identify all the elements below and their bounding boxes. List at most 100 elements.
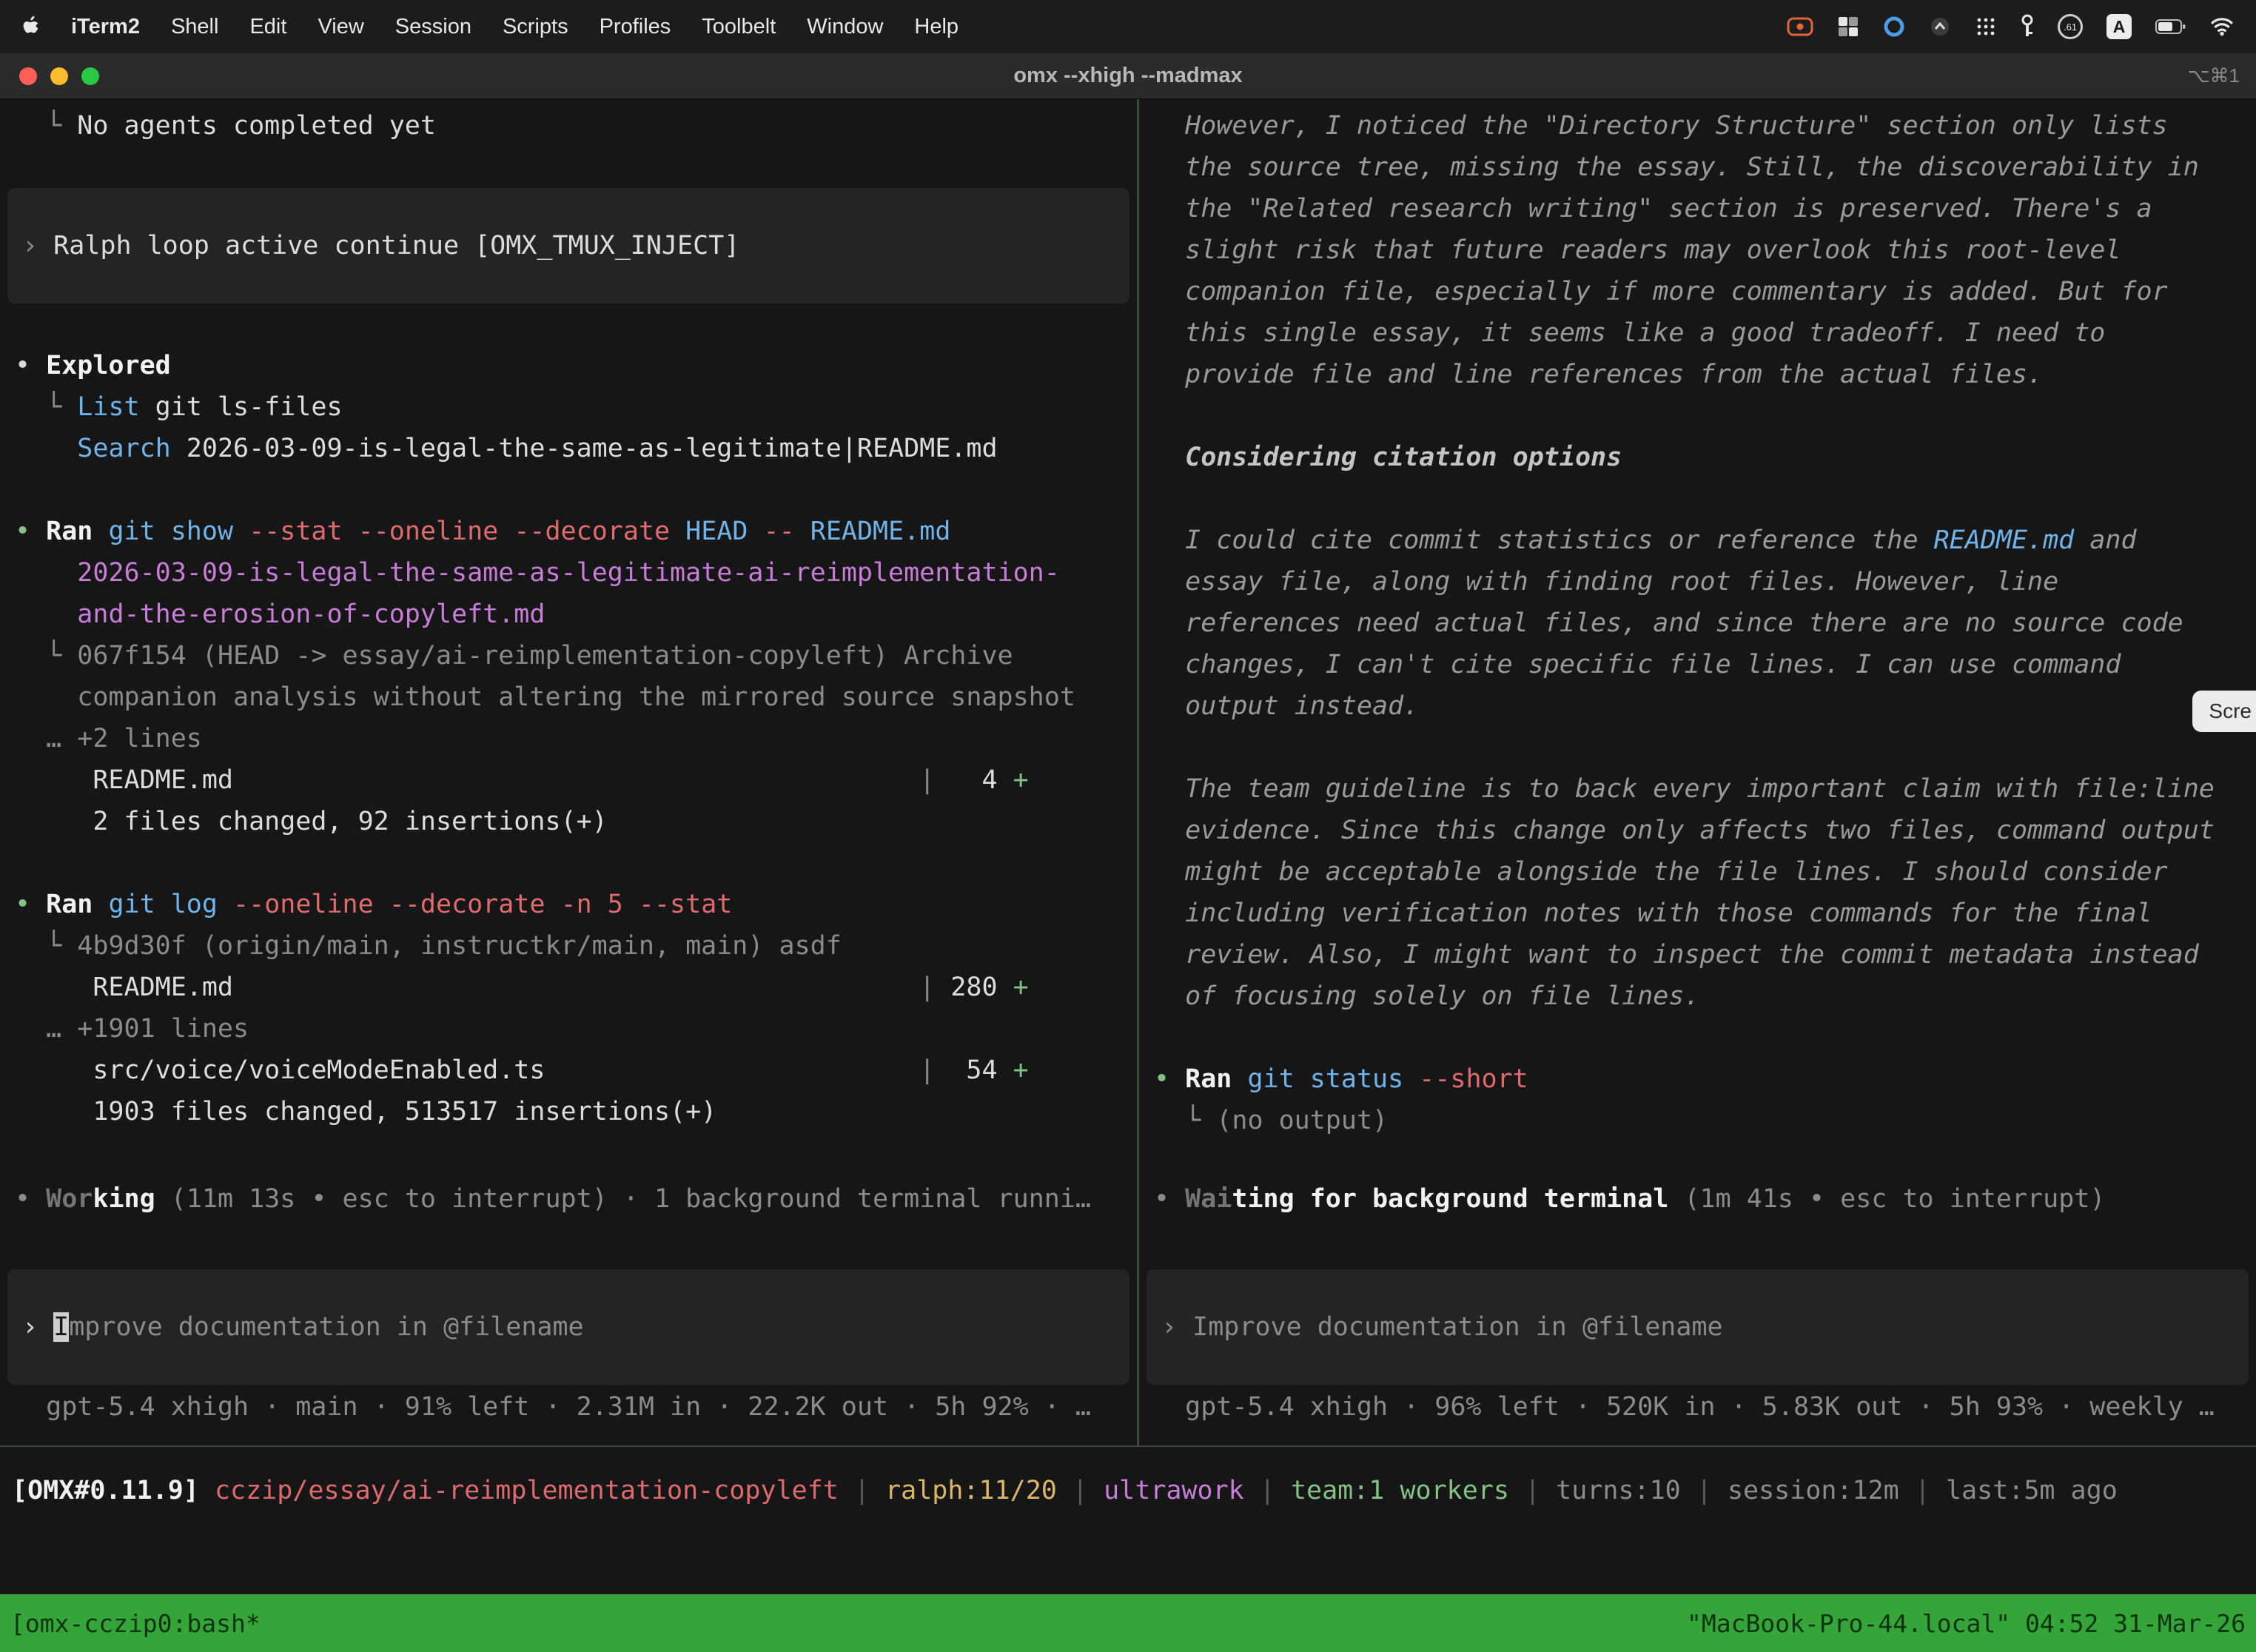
terminal-line: 2026-03-09-is-legal-the-same-as-legitima… [0, 552, 1137, 594]
terminal-line: • Explored [0, 345, 1137, 386]
menu-iterm2[interactable]: iTerm2 [71, 15, 140, 39]
prompt-input-box-right[interactable]: › Improve documentation in @filename [1147, 1269, 2249, 1385]
menu-toolbelt[interactable]: Toolbelt [702, 15, 776, 38]
terminal-line: … +2 lines [0, 718, 1137, 759]
blank-line [0, 842, 1137, 884]
screen-recording-icon[interactable] [1787, 17, 1813, 36]
menu-window[interactable]: Window [807, 15, 883, 38]
queued-message-box: › Ralph loop active continue [OMX_TMUX_I… [7, 188, 1129, 303]
tmux-host-time: "MacBook-Pro-44.local" 04:52 31-Mar-26 [1687, 1609, 2246, 1638]
macos-screen: iTerm2 Shell Edit View Session Scripts Profil… [0, 0, 2256, 1652]
window-tiles-icon[interactable] [1837, 16, 1859, 38]
close-button[interactable] [19, 67, 37, 85]
terminal-line: essay file, along with finding root file… [1139, 561, 2256, 602]
terminal-scrollback-left[interactable]: └ No agents completed yet › Ralph loop a… [0, 105, 1137, 1178]
blank-line [1139, 478, 2256, 520]
prompt-input-right[interactable]: › Improve documentation in @filename [1147, 1306, 2249, 1348]
terminal-scrollback-right[interactable]: However, I noticed the "Directory Struct… [1139, 105, 2256, 1178]
minimize-button[interactable] [50, 67, 68, 85]
menu-items: Shell Edit View Session Scripts Profiles Toolb… [171, 15, 990, 39]
blank-line [0, 303, 1137, 345]
model-usage-status-right: gpt-5.4 xhigh · 96% left · 520K in · 5.8… [1139, 1386, 2256, 1428]
terminal-line: └ (no output) [1139, 1100, 2256, 1141]
terminal-line: However, I noticed the "Directory Struct… [1139, 105, 2256, 147]
menu-bar: iTerm2 Shell Edit View Session Scripts Profil… [0, 0, 2256, 53]
terminal-split: └ No agents completed yet › Ralph loop a… [0, 99, 2256, 1446]
terminal-line: Search 2026-03-09-is-legal-the-same-as-l… [0, 428, 1137, 469]
terminal-line: changes, I can't cite specific file line… [1139, 644, 2256, 685]
agent-activity-status-left: • Working (11m 13s • esc to interrupt) ·… [0, 1178, 1137, 1220]
blank-line [1139, 395, 2256, 437]
menu-session[interactable]: Session [395, 15, 471, 38]
blank-line [1139, 727, 2256, 768]
screen-share-pill[interactable]: Scre [2192, 691, 2256, 732]
terminal-line: evidence. Since this change only affects… [1139, 810, 2256, 851]
agent-activity-status-right: • Waiting for background terminal (1m 41… [1139, 1178, 2256, 1220]
omx-status-bar: [OMX#0.11.9] cczip/essay/ai-reimplementa… [0, 1446, 2256, 1594]
terminal-line: 2 files changed, 92 insertions(+) [0, 801, 1137, 842]
model-usage-status-left: gpt-5.4 xhigh · main · 91% left · 2.31M … [0, 1386, 1137, 1428]
terminal-line: review. Also, I might want to inspect th… [1139, 934, 2256, 976]
tmux-status-bar: [omx-cczip0:bash* "MacBook-Pro-44.local"… [0, 1594, 2256, 1652]
terminal-line: • Ran git log --oneline --decorate -n 5 … [0, 884, 1137, 925]
key-icon[interactable] [2021, 14, 2034, 39]
terminal-line: └ No agents completed yet [0, 105, 1137, 147]
battery-gauge-label: .61 [2064, 21, 2077, 33]
window-shortcut-hint: ⌥⌘1 [2188, 64, 2240, 87]
terminal-line: README.md | 4 + [0, 759, 1137, 801]
terminal-line: I could cite commit statistics or refere… [1139, 520, 2256, 561]
terminal-line: and-the-erosion-of-copyleft.md [0, 594, 1137, 635]
terminal-line: … +1901 lines [0, 1008, 1137, 1050]
box-line: › Ralph loop active continue [OMX_TMUX_I… [7, 225, 1129, 266]
menu-edit[interactable]: Edit [249, 15, 286, 38]
menu-shell[interactable]: Shell [171, 15, 219, 38]
tmux-session-info: [omx-cczip0:bash* [10, 1609, 261, 1638]
terminal-pane-left[interactable]: └ No agents completed yet › Ralph loop a… [0, 99, 1137, 1446]
battery-icon[interactable] [2155, 19, 2186, 35]
terminal-line: might be acceptable alongside the file l… [1139, 851, 2256, 893]
dots-grid-icon[interactable] [1975, 16, 1997, 38]
omx-status-line: [OMX#0.11.9] cczip/essay/ai-reimplementa… [12, 1470, 2256, 1511]
pane-footer-right: • Waiting for background terminal (1m 41… [1139, 1178, 2256, 1446]
terminal-line: the source tree, missing the essay. Stil… [1139, 147, 2256, 188]
terminal-line: the "Related research writing" section i… [1139, 188, 2256, 229]
terminal-line: Considering citation options [1139, 437, 2256, 478]
terminal-line: The team guideline is to back every impo… [1139, 768, 2256, 810]
battery-gauge-icon[interactable]: .61 [2058, 14, 2083, 39]
terminal-line: README.md | 280 + [0, 967, 1137, 1008]
menu-view[interactable]: View [318, 15, 363, 38]
window-title: omx --xhigh --madmax [1013, 64, 1242, 88]
wifi-icon[interactable] [2210, 17, 2234, 36]
input-source-icon[interactable]: A [2106, 14, 2132, 39]
terminal-pane-right[interactable]: However, I noticed the "Directory Struct… [1139, 99, 2256, 1446]
terminal-line: └ List git ls-files [0, 386, 1137, 428]
blank-line [1139, 1017, 2256, 1058]
zoom-button[interactable] [81, 67, 99, 85]
terminal-line: this single essay, it seems like a good … [1139, 312, 2256, 354]
pane-footer-left: • Working (11m 13s • esc to interrupt) ·… [0, 1178, 1137, 1446]
terminal-line: • Ran git status --short [1139, 1058, 2256, 1100]
dark-app-icon[interactable] [1929, 16, 1951, 38]
blank-line [0, 147, 1137, 188]
menu-help[interactable]: Help [914, 15, 959, 38]
blue-app-icon[interactable] [1883, 16, 1905, 38]
menu-scripts[interactable]: Scripts [503, 15, 568, 38]
terminal-line: including verification notes with those … [1139, 893, 2256, 934]
terminal-line: companion file, especially if more comme… [1139, 271, 2256, 312]
terminal-line: of focusing solely on file lines. [1139, 976, 2256, 1017]
terminal-line: companion analysis without altering the … [0, 676, 1137, 718]
terminal-line: └ 067f154 (HEAD -> essay/ai-reimplementa… [0, 635, 1137, 676]
prompt-input-box-left[interactable]: › Improve documentation in @filename [7, 1269, 1129, 1385]
terminal-line: provide file and line references from th… [1139, 354, 2256, 395]
input-source-label: A [2106, 14, 2132, 39]
apple-menu-icon[interactable] [22, 16, 41, 38]
prompt-input-left[interactable]: › Improve documentation in @filename [7, 1306, 1129, 1348]
menu-profiles[interactable]: Profiles [600, 15, 671, 38]
terminal-line: output instead. [1139, 685, 2256, 727]
menu-bar-left: iTerm2 Shell Edit View Session Scripts Profil… [22, 15, 990, 39]
terminal-line: • Ran git show --stat --oneline --decora… [0, 511, 1137, 552]
terminal-line: 1903 files changed, 513517 insertions(+) [0, 1091, 1137, 1132]
terminal-line: src/voice/voiceModeEnabled.ts | 54 + [0, 1050, 1137, 1091]
terminal-line: slight risk that future readers may over… [1139, 229, 2256, 271]
window-titlebar[interactable]: omx --xhigh --madmax ⌥⌘1 [0, 53, 2256, 99]
